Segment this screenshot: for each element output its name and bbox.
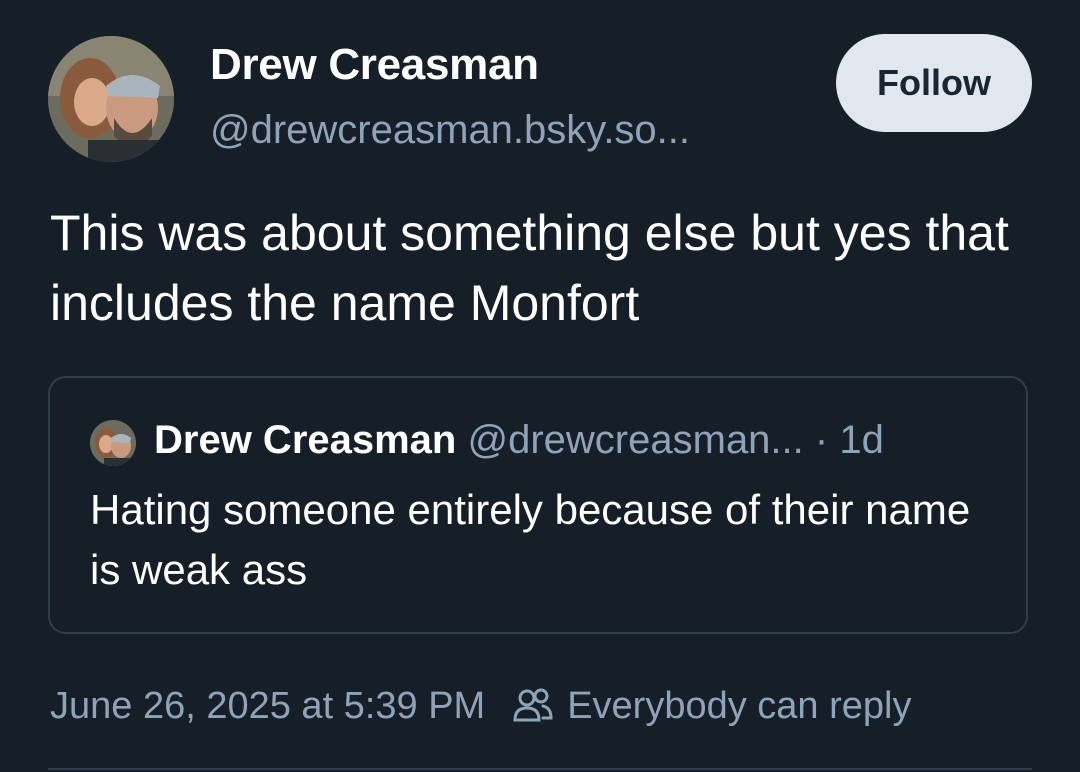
quoted-post-text: Hating someone entirely because of their… (90, 486, 971, 593)
follow-button[interactable]: Follow (836, 34, 1032, 132)
people-icon (511, 684, 555, 728)
author-display-name[interactable]: Drew Creasman (210, 40, 539, 90)
quoted-post-age: 1d (839, 418, 884, 462)
quoted-author-avatar-photo (90, 420, 136, 466)
post-meta-row: June 26, 2025 at 5:39 PM Everybody can r… (50, 684, 912, 728)
quoted-post-header: Drew Creasman @drewcreasman... · 1d (154, 418, 884, 463)
quoted-author-handle: @drewcreasman... · 1d (468, 418, 884, 462)
author-avatar[interactable] (48, 36, 174, 162)
quoted-author-handle-text: @drewcreasman... (467, 418, 804, 462)
post-thread-item: Drew Creasman @drewcreasman.bsky.so... F… (0, 0, 1080, 772)
quoted-author-display-name: Drew Creasman (154, 418, 457, 462)
reply-setting-label[interactable]: Everybody can reply (567, 685, 911, 728)
quoted-post-card[interactable]: Drew Creasman @drewcreasman... · 1d Hati… (48, 376, 1028, 634)
quoted-post-separator: · (803, 418, 840, 462)
author-avatar-photo (48, 36, 174, 162)
post-timestamp: June 26, 2025 at 5:39 PM (50, 684, 486, 727)
quoted-author-avatar (90, 420, 136, 466)
author-handle[interactable]: @drewcreasman.bsky.so... (210, 108, 690, 153)
post-text: This was about something else but yes th… (50, 205, 1009, 331)
divider (48, 768, 1032, 770)
